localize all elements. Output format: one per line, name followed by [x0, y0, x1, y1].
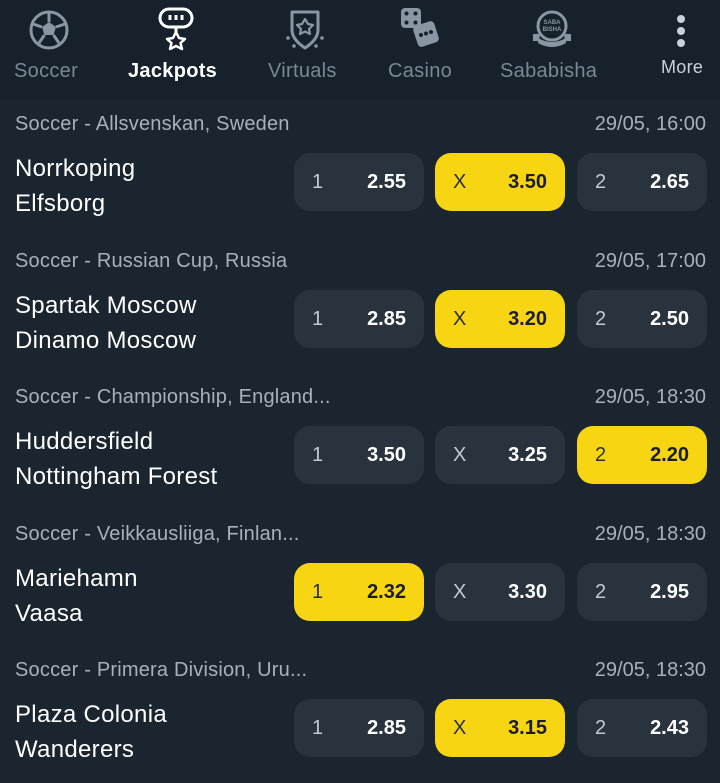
- odd-button-x[interactable]: X 3.20: [435, 290, 565, 348]
- league-name: Soccer - Primera Division, Uru...: [15, 659, 308, 681]
- odd-button-2[interactable]: 2 2.50: [577, 290, 707, 348]
- away-team[interactable]: Vaasa: [15, 600, 83, 628]
- odd-value: 2.20: [650, 443, 689, 466]
- match-row: Soccer - Veikkausliiga, Finlan... 29/05,…: [0, 510, 720, 647]
- odd-button-1[interactable]: 1 2.85: [294, 699, 424, 757]
- home-team[interactable]: Spartak Moscow: [15, 292, 197, 320]
- league-name: Soccer - Russian Cup, Russia: [15, 250, 288, 272]
- home-team[interactable]: Huddersfield: [15, 428, 153, 456]
- odd-label: 2: [595, 443, 607, 466]
- away-team[interactable]: Elfsborg: [15, 190, 105, 218]
- odd-label: X: [453, 580, 467, 603]
- nav-item-more[interactable]: More: [660, 0, 704, 100]
- odd-button-1[interactable]: 1 3.50: [294, 426, 424, 484]
- match-row: Soccer - Allsvenskan, Sweden 29/05, 16:0…: [0, 100, 720, 237]
- odd-label: X: [453, 307, 467, 330]
- nav-item-virtuals[interactable]: Virtuals: [268, 0, 342, 100]
- away-team[interactable]: Dinamo Moscow: [15, 327, 196, 355]
- odd-label: 1: [312, 443, 324, 466]
- virtuals-shield-icon: [284, 8, 326, 57]
- odd-value: 2.43: [650, 716, 689, 739]
- match-row: Soccer - Russian Cup, Russia 29/05, 17:0…: [0, 237, 720, 374]
- sababisha-badge-icon: SABA BISHA: [530, 8, 574, 57]
- home-team[interactable]: Plaza Colonia: [15, 701, 167, 729]
- away-team[interactable]: Nottingham Forest: [15, 463, 218, 491]
- svg-text:SABA: SABA: [543, 20, 561, 26]
- odd-label: 1: [312, 580, 324, 603]
- odd-value: 3.20: [508, 307, 547, 330]
- odd-label: 1: [312, 716, 324, 739]
- dice-icon: [398, 6, 442, 55]
- odd-button-2[interactable]: 2 2.65: [577, 153, 707, 211]
- nav-item-sababisha[interactable]: SABA BISHA Sababisha: [500, 0, 604, 100]
- jackpot-icon: [156, 6, 196, 57]
- odd-value: 2.85: [367, 307, 406, 330]
- odd-label: 2: [595, 170, 607, 193]
- match-row: Soccer - Primera Division, Uru... 29/05,…: [0, 646, 720, 783]
- nav-item-casino[interactable]: Casino: [388, 0, 456, 100]
- odd-value: 3.30: [508, 580, 547, 603]
- kebab-menu-icon: [674, 14, 688, 55]
- odd-button-2[interactable]: 2 2.95: [577, 563, 707, 621]
- nav-label-soccer: Soccer: [14, 60, 79, 82]
- odd-value: 3.15: [508, 716, 547, 739]
- odd-button-x[interactable]: X 3.25: [435, 426, 565, 484]
- odd-label: X: [453, 716, 467, 739]
- odd-button-x[interactable]: X 3.15: [435, 699, 565, 757]
- odd-label: 2: [595, 716, 607, 739]
- odd-label: 1: [312, 307, 324, 330]
- kickoff-time: 29/05, 17:00: [594, 250, 706, 272]
- odd-value: 2.85: [367, 716, 406, 739]
- top-nav: Soccer Jackpots Virtuals Casino SABA BIS…: [0, 0, 720, 100]
- svg-text:BISHA: BISHA: [543, 27, 562, 33]
- odd-button-1[interactable]: 1 2.55: [294, 153, 424, 211]
- odd-label: 2: [595, 307, 607, 330]
- odd-label: X: [453, 443, 467, 466]
- odd-label: X: [453, 170, 467, 193]
- nav-label-sababisha: Sababisha: [500, 60, 598, 82]
- league-name: Soccer - Veikkausliiga, Finlan...: [15, 523, 300, 545]
- kickoff-time: 29/05, 18:30: [594, 659, 706, 681]
- nav-label-jackpots: Jackpots: [128, 60, 218, 82]
- odd-value: 2.65: [650, 170, 689, 193]
- odd-button-1[interactable]: 1 2.85: [294, 290, 424, 348]
- odd-value: 2.55: [367, 170, 406, 193]
- league-name: Soccer - Championship, England...: [15, 386, 331, 408]
- home-team[interactable]: Norrkoping: [15, 155, 135, 183]
- odd-value: 2.32: [367, 580, 406, 603]
- odd-value: 2.50: [650, 307, 689, 330]
- odd-button-x[interactable]: X 3.30: [435, 563, 565, 621]
- kickoff-time: 29/05, 18:30: [594, 523, 706, 545]
- odd-button-2[interactable]: 2 2.20: [577, 426, 707, 484]
- odd-label: 2: [595, 580, 607, 603]
- soccer-ball-icon: [29, 10, 69, 55]
- kickoff-time: 29/05, 16:00: [594, 113, 706, 135]
- nav-label-virtuals: Virtuals: [268, 60, 337, 82]
- nav-item-soccer[interactable]: Soccer: [14, 0, 84, 100]
- kickoff-time: 29/05, 18:30: [594, 386, 706, 408]
- nav-item-jackpots[interactable]: Jackpots: [128, 0, 224, 100]
- league-name: Soccer - Allsvenskan, Sweden: [15, 113, 290, 135]
- odd-label: 1: [312, 170, 324, 193]
- match-row: Soccer - Championship, England... 29/05,…: [0, 373, 720, 510]
- away-team[interactable]: Wanderers: [15, 736, 134, 764]
- odd-button-x[interactable]: X 3.50: [435, 153, 565, 211]
- odd-value: 3.50: [367, 443, 406, 466]
- odd-value: 2.95: [650, 580, 689, 603]
- odd-value: 3.50: [508, 170, 547, 193]
- nav-label-casino: Casino: [388, 60, 453, 82]
- odd-button-2[interactable]: 2 2.43: [577, 699, 707, 757]
- odd-button-1[interactable]: 1 2.32: [294, 563, 424, 621]
- nav-label-more: More: [661, 57, 704, 77]
- odd-value: 3.25: [508, 443, 547, 466]
- home-team[interactable]: Mariehamn: [15, 565, 138, 593]
